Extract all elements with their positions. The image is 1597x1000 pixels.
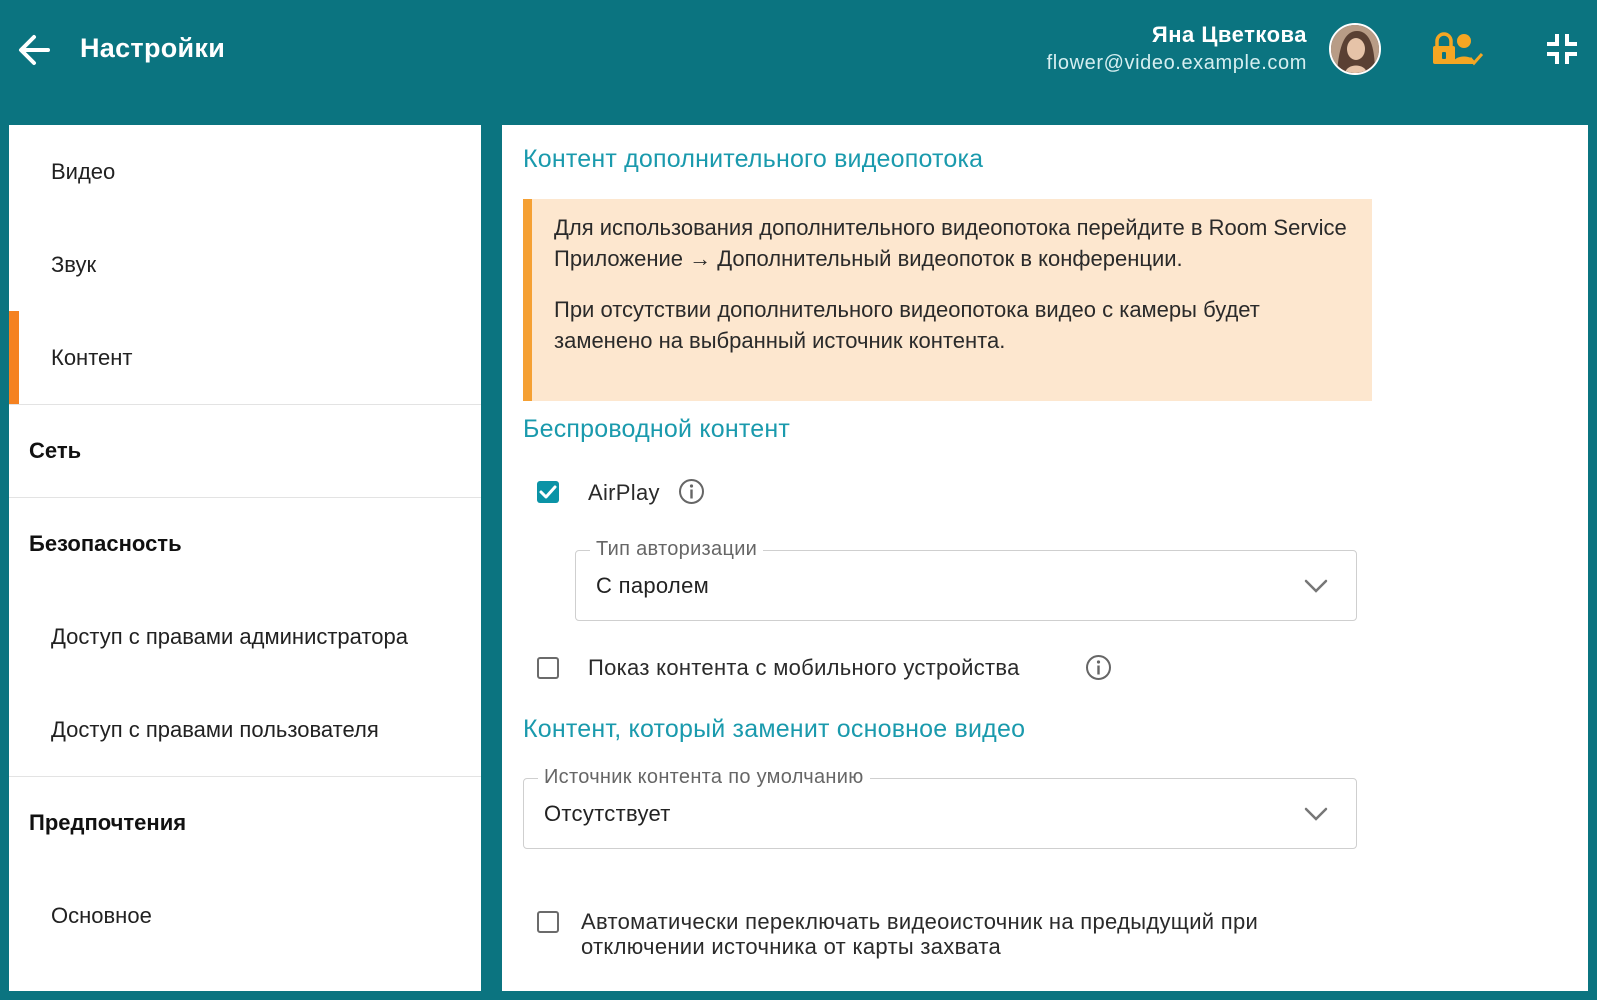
page-title: Настройки [80,33,226,63]
collapse-icon [1547,34,1577,64]
auth-type-value: С паролем [596,573,710,598]
back-button[interactable] [14,30,54,70]
sidebar-item-admin-access[interactable]: Доступ с правами администратора [9,590,481,683]
default-source-legend: Источник контента по умолчанию [538,766,870,789]
notice-paragraph: Для использования дополнительного видеоп… [554,215,1347,271]
mobile-content-label: Показ контента с мобильного устройства [588,655,1020,680]
airplay-info-button[interactable] [678,478,705,505]
sidebar-item-video[interactable]: Видео [9,125,481,218]
section-title-replace: Контент, который заменит основное видео [523,715,1026,743]
airplay-label: AirPlay [588,480,660,505]
sidebar-item-network[interactable]: Сеть [9,404,481,497]
arrow-left-icon [19,35,50,65]
default-source-select[interactable]: Источник контента по умолчанию Отсутству… [523,766,1357,849]
sidebar-item-label: Основное [51,902,152,928]
collapse-button[interactable] [1545,32,1579,66]
sidebar-item-user-access[interactable]: Доступ с правами пользователя [9,683,481,776]
sidebar-item-label: Видео [51,158,116,184]
sidebar-item-label: Звук [51,251,97,277]
sidebar-item-sound[interactable]: Звук [9,218,481,311]
sidebar-item-label: Безопасность [29,531,182,556]
auth-type-legend: Тип авторизации [590,538,764,561]
checkmark-icon [539,485,557,499]
sidebar-item-general[interactable]: Основное [9,869,481,962]
sidebar-item-label: Контент [51,344,133,370]
sidebar-item-label: Доступ с правами администратора [51,623,408,649]
sidebar-item-content[interactable]: Контент [9,311,481,404]
info-icon [1086,655,1111,680]
user-email: flower@video.example.com [1046,52,1307,74]
sidebar-item-preferences[interactable]: Предпочтения [9,776,481,869]
lock-user-button[interactable] [1432,30,1484,70]
airplay-checkbox[interactable] [537,481,559,503]
mobile-content-info-button[interactable] [1085,654,1112,681]
sidebar-item-security[interactable]: Безопасность [9,497,481,590]
section-title-wireless: Беспроводной контент [523,415,790,443]
content-panel: Контент дополнительного видеопотока Для … [502,125,1588,991]
avatar[interactable] [1329,23,1381,75]
lock-user-icon [1433,32,1484,66]
sidebar-item-label: Доступ с правами пользователя [51,716,379,742]
info-icon [679,479,704,504]
auth-type-select[interactable]: Тип авторизации С паролем [575,538,1357,621]
user-info: Яна Цветкова flower@video.example.com [1047,22,1307,75]
user-name: Яна Цветкова [1151,22,1307,47]
chevron-down-icon [1304,579,1328,593]
auto-switch-label: Автоматически переключать видеоисточник … [581,909,1259,959]
auto-switch-checkbox[interactable] [537,911,559,933]
mobile-content-checkbox[interactable] [537,657,559,679]
top-bar: Настройки Яна Цветкова flower@video.exam… [0,0,1597,122]
user-avatar-image [1331,25,1379,73]
chevron-down-icon [1304,807,1328,821]
sidebar-item-label: Предпочтения [29,810,187,835]
section-title-extra-stream: Контент дополнительного видеопотока [523,145,984,173]
notice-box: Для использования дополнительного видеоп… [523,199,1372,401]
notice-paragraph: При отсутствии дополнительного видеопото… [554,297,1260,353]
settings-sidebar: Видео Звук Контент Сеть Безопасность Дос… [9,125,481,991]
sidebar-item-label: Сеть [29,438,82,463]
default-source-value: Отсутствует [544,801,671,826]
